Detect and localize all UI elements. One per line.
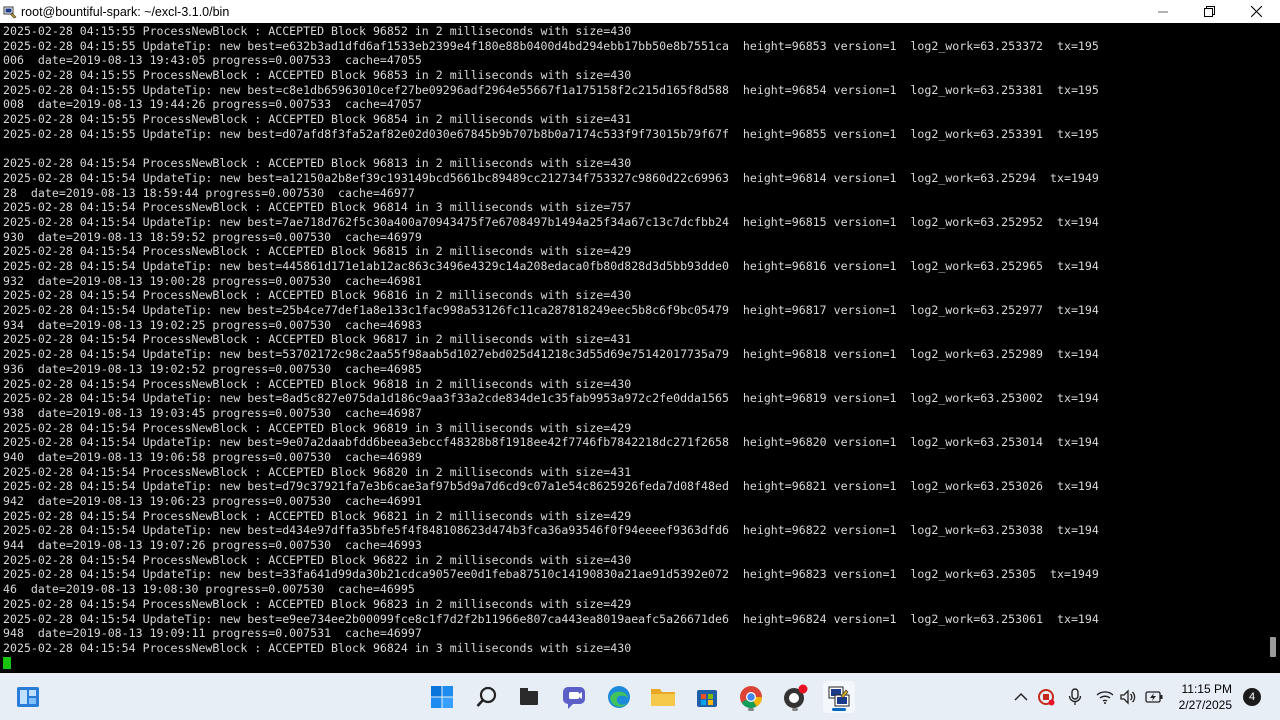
- terminal-line: 2025-02-28 04:15:54 ProcessNewBlock : AC…: [3, 200, 632, 215]
- terminal-line: 2025-02-28 04:15:55 ProcessNewBlock : AC…: [3, 68, 632, 83]
- terminal-line: 2025-02-28 04:15:54 ProcessNewBlock : AC…: [3, 288, 632, 303]
- windows-start-icon[interactable]: [426, 681, 458, 713]
- minimize-icon[interactable]: [1140, 0, 1186, 23]
- terminal-line: 2025-02-28 04:15:55 UpdateTip: new best=…: [3, 126, 1099, 141]
- task-view-icon[interactable]: [513, 681, 545, 713]
- terminal-line: 944 date=2019-08-13 19:07:26 progress=0.…: [3, 538, 422, 553]
- terminal-line: 28 date=2019-08-13 18:59:44 progress=0.0…: [3, 185, 415, 200]
- terminal-line: 2025-02-28 04:15:54 ProcessNewBlock : AC…: [3, 508, 632, 523]
- putty-icon[interactable]: [823, 681, 855, 713]
- running-indicator: [792, 708, 798, 711]
- title-bar[interactable]: root@bountiful-spark: ~/excl-3.1.0/bin: [0, 0, 1280, 23]
- terminal-line: 942 date=2019-08-13 19:06:23 progress=0.…: [3, 494, 422, 508]
- battery-icon[interactable]: [1145, 688, 1163, 706]
- prompt-line[interactable]: [3, 656, 1099, 671]
- terminal-line: 940 date=2019-08-13 19:06:58 progress=0.…: [3, 449, 422, 464]
- github-icon[interactable]: [779, 681, 811, 713]
- chevron-up-icon[interactable]: [1012, 688, 1030, 706]
- edge-browser-icon[interactable]: [603, 681, 635, 713]
- search-icon[interactable]: [471, 681, 503, 713]
- terminal-scrollbar[interactable]: [1266, 23, 1280, 673]
- terminal-lines: 2025-02-28 04:15:55 ProcessNewBlock : AC…: [3, 24, 1099, 670]
- terminal-line: 938 date=2019-08-13 19:03:45 progress=0.…: [3, 405, 422, 420]
- terminal-line: 2025-02-28 04:15:55 ProcessNewBlock : AC…: [3, 24, 632, 38]
- window-title: root@bountiful-spark: ~/excl-3.1.0/bin: [21, 4, 230, 19]
- terminal-line: 2025-02-28 04:15:54 UpdateTip: new best=…: [3, 523, 1099, 538]
- terminal-line: 2025-02-28 04:15:54 ProcessNewBlock : AC…: [3, 376, 632, 391]
- close-icon[interactable]: [1233, 0, 1279, 23]
- terminal-line: 46 date=2019-08-13 19:08:30 progress=0.0…: [3, 582, 415, 597]
- terminal-line: 2025-02-28 04:15:54 UpdateTip: new best=…: [3, 567, 1099, 582]
- store-icon[interactable]: [691, 681, 723, 713]
- widgets-icon[interactable]: [12, 681, 44, 713]
- terminal-line: 2025-02-28 04:15:54 ProcessNewBlock : AC…: [3, 596, 632, 611]
- terminal-line: 2025-02-28 04:15:54 UpdateTip: new best=…: [3, 170, 1099, 185]
- clock-time: 11:15 PM: [1181, 682, 1232, 696]
- terminal-line: 2025-02-28 04:15:54 UpdateTip: new best=…: [3, 479, 1099, 494]
- terminal-line: 2025-02-28 04:15:55 UpdateTip: new best=…: [3, 82, 1099, 97]
- taskbar: 11:15 PM 2/27/2025 4: [0, 673, 1280, 720]
- terminal-line: 2025-02-28 04:15:54 ProcessNewBlock : AC…: [3, 156, 632, 171]
- terminal-line: 2025-02-28 04:15:54 UpdateTip: new best=…: [3, 391, 1099, 406]
- active-indicator: [832, 708, 846, 711]
- running-indicator: [748, 708, 754, 711]
- teams-chat-icon[interactable]: [558, 681, 590, 713]
- terminal-line: 2025-02-28 04:15:54 ProcessNewBlock : AC…: [3, 640, 632, 655]
- chrome-icon[interactable]: [735, 681, 767, 713]
- terminal-app-icon[interactable]: [3, 5, 17, 19]
- terminal-line: 2025-02-28 04:15:54 UpdateTip: new best=…: [3, 259, 1099, 273]
- system-clock[interactable]: 11:15 PM 2/27/2025: [1170, 681, 1232, 713]
- terminal-line: 936 date=2019-08-13 19:02:52 progress=0.…: [3, 361, 422, 376]
- maximize-icon[interactable]: [1186, 0, 1232, 23]
- terminal-line: 2025-02-28 04:15:55 UpdateTip: new best=…: [3, 38, 1099, 53]
- terminal-line: 934 date=2019-08-13 19:02:25 progress=0.…: [3, 317, 422, 332]
- terminal-output[interactable]: 2025-02-28 04:15:55 ProcessNewBlock : AC…: [0, 23, 1266, 673]
- volume-icon[interactable]: [1119, 688, 1137, 706]
- scrollbar-thumb[interactable]: [1270, 637, 1276, 657]
- terminal-line: 2025-02-28 04:15:54 UpdateTip: new best=…: [3, 611, 1099, 626]
- folder-icon[interactable]: [647, 681, 679, 713]
- terminal-line: 2025-02-28 04:15:55 ProcessNewBlock : AC…: [3, 112, 632, 127]
- terminal-line: 2025-02-28 04:15:54 UpdateTip: new best=…: [3, 303, 1099, 318]
- wifi-icon[interactable]: [1096, 688, 1114, 706]
- terminal-line: 2025-02-28 04:15:54 ProcessNewBlock : AC…: [3, 552, 632, 567]
- terminal-cursor: [3, 657, 11, 670]
- terminal-line: 930 date=2019-08-13 18:59:52 progress=0.…: [3, 229, 422, 244]
- terminal-line: 008 date=2019-08-13 19:44:26 progress=0.…: [3, 97, 422, 112]
- microphone-icon[interactable]: [1066, 688, 1084, 706]
- terminal-line: 2025-02-28 04:15:54 ProcessNewBlock : AC…: [3, 420, 632, 435]
- terminal-line: 2025-02-28 04:15:54 ProcessNewBlock : AC…: [3, 332, 632, 347]
- notification-badge[interactable]: 4: [1243, 688, 1261, 706]
- terminal-line: 2025-02-28 04:15:54 UpdateTip: new best=…: [3, 347, 1099, 362]
- terminal-line: 2025-02-28 04:15:54 ProcessNewBlock : AC…: [3, 244, 632, 259]
- app-tray-icon[interactable]: [1037, 688, 1055, 706]
- terminal-line: 2025-02-28 04:15:54 UpdateTip: new best=…: [3, 435, 1099, 450]
- clock-date: 2/27/2025: [1178, 698, 1232, 712]
- terminal-line: 932 date=2019-08-13 19:00:28 progress=0.…: [3, 273, 422, 288]
- terminal-line: 948 date=2019-08-13 19:09:11 progress=0.…: [3, 626, 422, 641]
- terminal-line: 006 date=2019-08-13 19:43:05 progress=0.…: [3, 53, 422, 68]
- terminal-line: 2025-02-28 04:15:54 UpdateTip: new best=…: [3, 214, 1099, 229]
- terminal-line: 2025-02-28 04:15:54 ProcessNewBlock : AC…: [3, 464, 632, 479]
